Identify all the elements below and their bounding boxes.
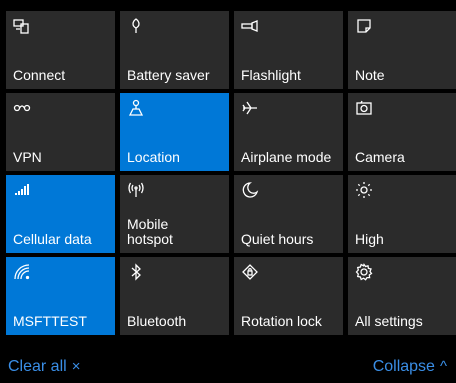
brightness-icon (355, 181, 373, 199)
bluetooth-tile[interactable]: Bluetooth (120, 257, 229, 335)
cellular-signal-icon (13, 181, 31, 199)
wifi-tile[interactable]: MSFTTEST (6, 257, 115, 335)
tile-label: Battery saver (127, 67, 210, 83)
camera-tile[interactable]: Camera (348, 93, 456, 171)
collapse-label: Collapse (372, 358, 435, 375)
tile-label: All settings (355, 313, 423, 329)
rotation-lock-icon (241, 263, 259, 281)
tile-label: Quiet hours (241, 231, 314, 247)
location-icon (127, 99, 145, 117)
vpn-icon (13, 99, 31, 117)
connect-tile[interactable]: Connect (6, 11, 115, 89)
tile-label: Rotation lock (241, 313, 322, 329)
chevron-up-icon: ^ (439, 358, 447, 375)
tile-label: Note (355, 67, 385, 83)
tile-label: Location (127, 149, 180, 165)
bluetooth-icon (127, 263, 145, 281)
tile-label: High (355, 231, 384, 247)
camera-icon (355, 99, 373, 117)
clear-all-button[interactable]: Clear all × (8, 358, 80, 376)
note-tile[interactable]: Note (348, 11, 456, 89)
brightness-tile[interactable]: High (348, 175, 456, 253)
tile-label: Camera (355, 149, 405, 165)
tile-label: Flashlight (241, 67, 301, 83)
tile-label: Bluetooth (127, 313, 187, 329)
mobile-hotspot-tile[interactable]: Mobile hotspot (120, 175, 229, 253)
vpn-tile[interactable]: VPN (6, 93, 115, 171)
all-settings-tile[interactable]: All settings (348, 257, 456, 335)
wifi-icon (13, 263, 31, 281)
quiet-hours-tile[interactable]: Quiet hours (234, 175, 343, 253)
flashlight-tile[interactable]: Flashlight (234, 11, 343, 89)
rotation-lock-tile[interactable]: Rotation lock (234, 257, 343, 335)
moon-icon (241, 181, 259, 199)
airplane-mode-tile[interactable]: Airplane mode (234, 93, 343, 171)
connect-icon (13, 17, 31, 35)
tile-label: Connect (13, 67, 66, 83)
action-center-footer: Clear all × Collapse ^ (0, 344, 456, 383)
battery-saver-icon (127, 17, 145, 35)
airplane-icon (241, 99, 259, 117)
tile-label: Airplane mode (241, 149, 332, 165)
tile-label: VPN (13, 149, 42, 165)
note-icon (355, 17, 373, 35)
location-tile[interactable]: Location (120, 93, 229, 171)
battery-saver-tile[interactable]: Battery saver (120, 11, 229, 89)
flashlight-icon (241, 17, 259, 35)
cellular-data-tile[interactable]: Cellular data (6, 175, 115, 253)
tile-label: Cellular data (13, 231, 92, 247)
clear-all-label: Clear all (8, 358, 67, 375)
tile-label: MSFTTEST (13, 313, 87, 329)
collapse-button[interactable]: Collapse ^ (373, 358, 447, 376)
settings-gear-icon (355, 263, 373, 281)
mobile-hotspot-icon (127, 181, 145, 199)
tile-label: Mobile hotspot (127, 216, 173, 247)
close-icon: × (71, 358, 81, 375)
